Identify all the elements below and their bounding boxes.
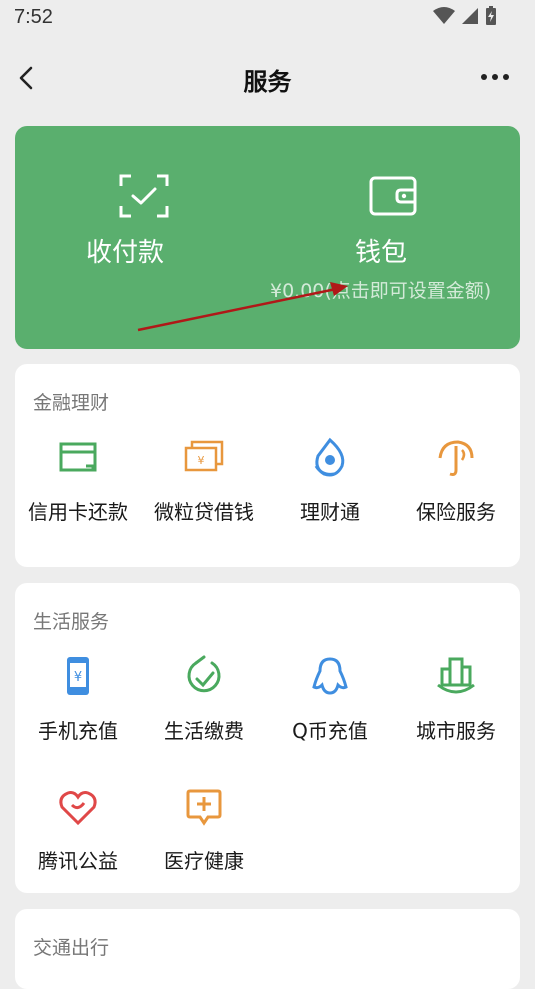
- life-services-section: 生活服务 ¥ 手机充值 生活缴费 Q币充值 城市服务 腾讯公益 医疗健康: [15, 583, 520, 893]
- scan-check-icon: [119, 174, 169, 218]
- grid-item-city-services[interactable]: 城市服务: [393, 655, 519, 765]
- grid-item-label: 生活缴费: [164, 719, 244, 743]
- pay-collect-button[interactable]: 收付款: [15, 126, 267, 349]
- payment-hero-card: 收付款 钱包 ¥0.00(点击即可设置金额): [15, 126, 520, 349]
- grid-item-label: Q币充值: [292, 719, 368, 743]
- grid-item-licaitong[interactable]: 理财通: [267, 436, 393, 546]
- wealth-drop-icon: [314, 437, 345, 477]
- grid-item-label: 医疗健康: [164, 849, 244, 873]
- city-buildings-icon: [437, 657, 475, 694]
- grid-item-label: 微粒贷借钱: [154, 500, 254, 524]
- wallet-button[interactable]: 钱包 ¥0.00(点击即可设置金额): [267, 126, 519, 349]
- pay-collect-label: 收付款: [85, 238, 164, 268]
- bill-payment-icon: [187, 655, 221, 693]
- wallet-icon: [369, 176, 417, 216]
- page-title: 服务: [243, 68, 292, 96]
- grid-item-label: 保险服务: [416, 500, 496, 524]
- status-bar: 7:52: [0, 0, 535, 36]
- more-dots-icon: [481, 74, 509, 80]
- finance-section: 金融理财 信用卡还款 ¥ 微粒贷借钱 理财通 保险服务: [15, 364, 520, 567]
- battery-icon: [486, 6, 496, 25]
- charity-heart-icon: [59, 791, 97, 826]
- qq-penguin-icon: [312, 657, 348, 695]
- wallet-label: 钱包: [354, 238, 407, 268]
- grid-item-credit-card-repay[interactable]: 信用卡还款: [15, 436, 141, 546]
- medical-chat-icon: [186, 789, 222, 826]
- svg-text:¥: ¥: [198, 454, 205, 467]
- status-icons: [433, 6, 497, 26]
- grid-item-label: 信用卡还款: [28, 500, 128, 524]
- status-time: 7:52: [14, 6, 53, 28]
- grid-item-medical-health[interactable]: 医疗健康: [141, 785, 267, 895]
- section-title: 金融理财: [33, 392, 110, 414]
- grid-item-weilidai[interactable]: ¥ 微粒贷借钱: [141, 436, 267, 546]
- grid-item-bill-payment[interactable]: 生活缴费: [141, 655, 267, 765]
- grid-item-tencent-charity[interactable]: 腾讯公益: [15, 785, 141, 895]
- phone-topup-icon: ¥: [67, 657, 89, 695]
- svg-text:¥: ¥: [74, 670, 82, 685]
- grid-item-label: 理财通: [300, 500, 360, 524]
- nav-bar: 服务: [0, 44, 535, 112]
- section-title: 生活服务: [33, 611, 110, 633]
- signal-icon: [462, 8, 478, 24]
- more-options-button[interactable]: [479, 66, 511, 88]
- grid-item-label: 手机充值: [38, 719, 118, 743]
- grid-item-insurance[interactable]: 保险服务: [393, 436, 519, 546]
- transport-section: 交通出行: [15, 909, 520, 989]
- wallet-balance: ¥0.00(点击即可设置金额): [270, 280, 492, 302]
- grid-item-label: 腾讯公益: [38, 849, 118, 873]
- money-bills-icon: ¥: [184, 440, 224, 472]
- grid-item-qcoin-topup[interactable]: Q币充值: [267, 655, 393, 765]
- section-title: 交通出行: [33, 937, 110, 959]
- grid-item-phone-topup[interactable]: ¥ 手机充值: [15, 655, 141, 765]
- umbrella-icon: [438, 440, 474, 476]
- grid-item-label: 城市服务: [416, 719, 496, 743]
- wifi-icon: [433, 7, 455, 24]
- credit-card-icon: [59, 442, 97, 472]
